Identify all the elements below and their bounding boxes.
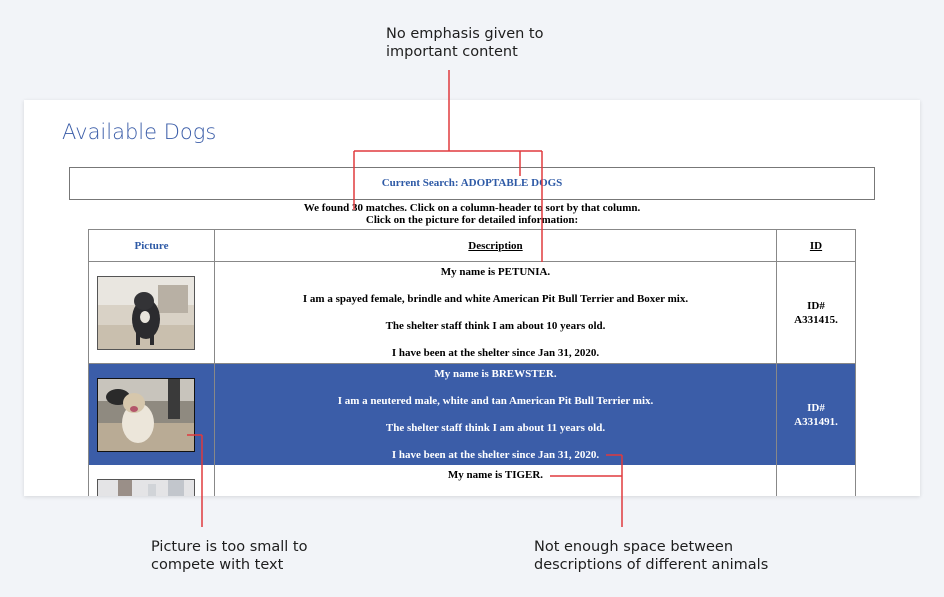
annotation-lines xyxy=(187,70,623,527)
annotation-spacing: Not enough space between descriptions of… xyxy=(534,539,769,573)
annotation-picture-small: Picture is too small to compete with tex… xyxy=(151,539,308,573)
